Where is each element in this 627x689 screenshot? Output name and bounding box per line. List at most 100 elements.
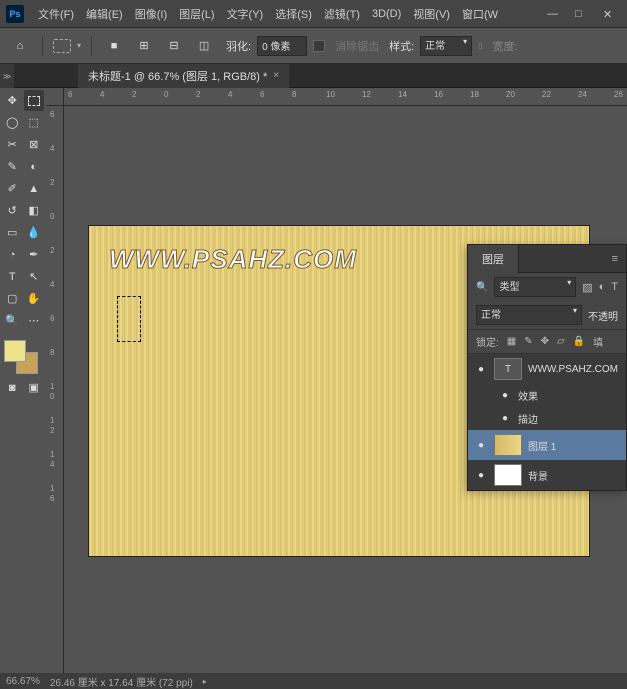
- history-brush-tool[interactable]: ↺: [2, 200, 23, 221]
- menu-view[interactable]: 视图(V): [407, 2, 456, 26]
- eyedropper-tool[interactable]: ✎: [2, 156, 23, 177]
- lasso-tool[interactable]: ◯: [2, 112, 23, 133]
- canvas-text: WWW.PSAHZ.COM: [109, 244, 357, 275]
- hand-tool[interactable]: ✋: [24, 288, 45, 309]
- document-tab[interactable]: 未标题-1 @ 66.7% (图层 1, RGB/8) * ×: [78, 64, 289, 88]
- ruler-corner: [46, 88, 64, 106]
- layer-name: 背景: [528, 468, 548, 483]
- brush-tool[interactable]: ✐: [2, 178, 23, 199]
- layer-item[interactable]: ● 背景: [468, 460, 626, 490]
- layer-item[interactable]: ● T WWW.PSAHZ.COM: [468, 354, 626, 384]
- pen-tool[interactable]: ✒: [24, 244, 45, 265]
- color-swatches[interactable]: [2, 338, 44, 372]
- layers-tab[interactable]: 图层: [468, 245, 519, 273]
- zoom-level[interactable]: 66.67%: [6, 676, 40, 687]
- subtract-selection-icon[interactable]: ⊟: [162, 34, 186, 58]
- marquee-selection[interactable]: [117, 296, 141, 342]
- layers-list: ● T WWW.PSAHZ.COM ● 效果 ● 描边 ● 图层 1 ● 背景: [468, 354, 626, 490]
- screenmode-tool[interactable]: ▣: [24, 377, 45, 398]
- close-button[interactable]: ✕: [603, 8, 615, 20]
- layer-name: 图层 1: [528, 438, 556, 453]
- minimize-button[interactable]: ―: [547, 8, 559, 20]
- lock-artboard-icon[interactable]: ▱: [557, 336, 565, 347]
- crop-tool[interactable]: ✂: [2, 134, 23, 155]
- filter-type-icon[interactable]: T: [611, 281, 618, 294]
- layer-effects[interactable]: ● 效果: [468, 384, 626, 407]
- move-tool[interactable]: ✥: [2, 90, 23, 111]
- zoom-tool[interactable]: 🔍: [2, 310, 23, 331]
- antialias-label: 消除锯齿: [335, 38, 379, 54]
- lock-pixels-icon[interactable]: ▦: [507, 336, 516, 347]
- visibility-icon[interactable]: ●: [498, 413, 512, 424]
- menu-3d[interactable]: 3D(D): [366, 4, 407, 24]
- menu-edit[interactable]: 编辑(E): [80, 2, 129, 26]
- visibility-icon[interactable]: ●: [474, 470, 488, 481]
- frame-tool[interactable]: ⊠: [24, 134, 45, 155]
- doc-dimensions: 26.46 厘米 x 17.64 厘米 (72 ppi): [50, 674, 193, 689]
- style-select[interactable]: 正常 ▾: [420, 36, 472, 56]
- marquee-tool-preset-icon[interactable]: [53, 39, 71, 53]
- tools-panel: ✥ ◯⬚ ✂⊠ ✎◐ ✐▲ ↺◧ ▭💧 ◔✒ T↖ ▢✋ 🔍⋯ ◙▣: [0, 88, 46, 673]
- filter-adjust-icon[interactable]: ◐: [599, 281, 606, 294]
- menu-type[interactable]: 文字(Y): [221, 2, 270, 26]
- menu-window[interactable]: 窗口(W: [456, 2, 504, 26]
- quickmask-tool[interactable]: ◙: [2, 377, 23, 398]
- layer-effect-stroke[interactable]: ● 描边: [468, 407, 626, 430]
- width-label: 宽度:: [493, 38, 518, 54]
- layer-item[interactable]: ● 图层 1: [468, 430, 626, 460]
- heal-tool[interactable]: ◐: [24, 156, 45, 177]
- layer-thumb: T: [494, 358, 522, 380]
- ruler-vertical[interactable]: 6420246810121416: [46, 106, 64, 673]
- menu-filter[interactable]: 滤镜(T): [318, 2, 366, 26]
- antialias-checkbox[interactable]: [313, 40, 325, 52]
- new-selection-icon[interactable]: ■: [102, 34, 126, 58]
- dodge-tool[interactable]: ◔: [2, 244, 23, 265]
- gradient-tool[interactable]: ▭: [2, 222, 23, 243]
- visibility-icon[interactable]: ●: [474, 364, 488, 375]
- type-tool[interactable]: T: [2, 266, 23, 287]
- layer-thumb: [494, 434, 522, 456]
- menu-image[interactable]: 图像(I): [129, 2, 173, 26]
- filter-select[interactable]: 类型 ▾: [494, 277, 576, 297]
- search-icon[interactable]: 🔍: [476, 282, 488, 293]
- visibility-icon[interactable]: ●: [474, 440, 488, 451]
- filter-image-icon[interactable]: ▨: [582, 281, 592, 294]
- foreground-swatch[interactable]: [4, 340, 26, 362]
- opacity-label: 不透明: [588, 308, 618, 323]
- feather-input[interactable]: [257, 36, 307, 56]
- ruler-horizontal[interactable]: 64202468101214161820222426: [64, 88, 627, 106]
- effect-name: 描边: [518, 411, 538, 426]
- panel-menu-icon[interactable]: ≡: [604, 253, 626, 265]
- dock-collapse-icon[interactable]: ≫: [0, 64, 14, 88]
- eraser-tool[interactable]: ◧: [24, 200, 45, 221]
- quick-select-tool[interactable]: ⬚: [24, 112, 45, 133]
- menu-layer[interactable]: 图层(L): [173, 2, 220, 26]
- layers-panel: 图层 ≡ 🔍 类型 ▾ ▨ ◐ T 正常 ▾ 不透明 锁定: ▦ ✎ ✥ ▱ 🔒…: [467, 244, 627, 491]
- visibility-icon[interactable]: ●: [498, 390, 512, 401]
- add-selection-icon[interactable]: ⊞: [132, 34, 156, 58]
- feather-label: 羽化:: [226, 38, 251, 54]
- blend-select[interactable]: 正常 ▾: [476, 305, 582, 325]
- marquee-tool[interactable]: [24, 90, 45, 111]
- titlebar: Ps 文件(F) 编辑(E) 图像(I) 图层(L) 文字(Y) 选择(S) 滤…: [0, 0, 627, 28]
- path-tool[interactable]: ↖: [24, 266, 45, 287]
- lock-all-icon[interactable]: 🔒: [573, 336, 585, 347]
- extra-tool[interactable]: ⋯: [24, 310, 45, 331]
- menu-select[interactable]: 选择(S): [269, 2, 318, 26]
- lock-move-icon[interactable]: ✥: [541, 336, 549, 347]
- maximize-button[interactable]: □: [575, 8, 587, 20]
- home-icon[interactable]: ⌂: [8, 34, 32, 58]
- shape-tool[interactable]: ▢: [2, 288, 23, 309]
- layer-name: WWW.PSAHZ.COM: [528, 364, 618, 375]
- lock-paint-icon[interactable]: ✎: [524, 336, 532, 347]
- intersect-selection-icon[interactable]: ◫: [192, 34, 216, 58]
- tab-title: 未标题-1 @ 66.7% (图层 1, RGB/8) *: [88, 68, 267, 84]
- fill-label: 填: [593, 334, 603, 349]
- layer-thumb: [494, 464, 522, 486]
- blur-tool[interactable]: 💧: [24, 222, 45, 243]
- effects-label: 效果: [518, 388, 538, 403]
- status-bar: 66.67% 26.46 厘米 x 17.64 厘米 (72 ppi) ▸: [0, 673, 627, 689]
- menu-file[interactable]: 文件(F): [32, 2, 80, 26]
- stamp-tool[interactable]: ▲: [24, 178, 45, 199]
- tab-close-icon[interactable]: ×: [273, 70, 279, 81]
